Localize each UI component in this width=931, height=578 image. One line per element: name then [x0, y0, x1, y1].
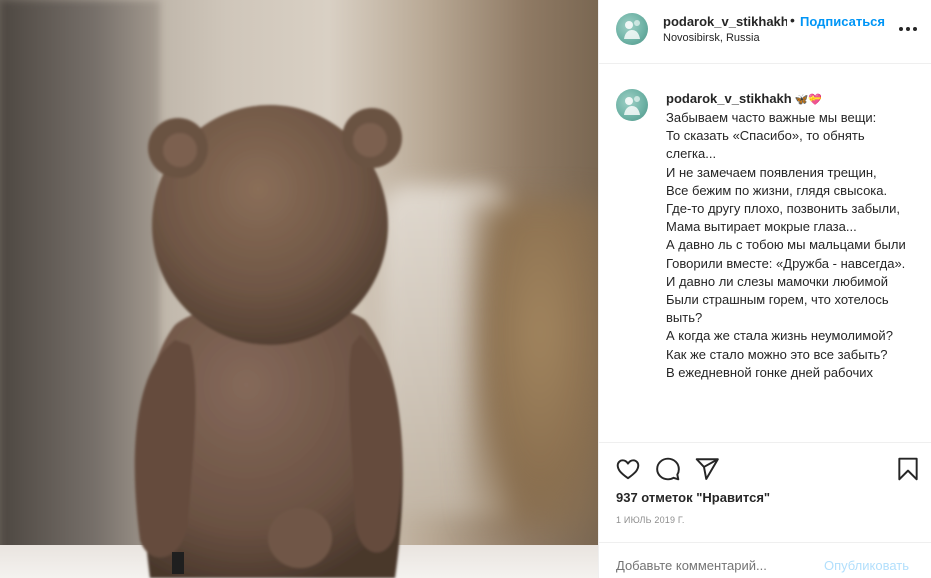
- post-sidebar: podarok_v_stikhakh • Подписаться Novosib…: [598, 0, 931, 578]
- caption-line: И давно ли слезы мамочки любимой: [666, 273, 888, 289]
- heart-icon[interactable]: [615, 456, 641, 482]
- caption-line: В ежедневной гонке дней рабочих: [666, 364, 873, 380]
- avatar-figure-icon: [624, 96, 640, 115]
- caption-line: Где-то другу плохо, позвонить забыли,: [666, 201, 900, 217]
- caption-line: Как же стало можно это все забыть?: [666, 346, 888, 362]
- likes-count[interactable]: 937 отметок "Нравится": [616, 490, 770, 505]
- caption-line: Мама вытирает мокрые глаза...: [666, 219, 857, 235]
- caption-emoji: 🦋💝: [794, 94, 823, 106]
- caption-username[interactable]: podarok_v_stikhakh: [666, 91, 792, 106]
- header-username[interactable]: podarok_v_stikhakh: [663, 14, 787, 29]
- teddy-bear-image: [134, 105, 403, 578]
- caption-line: Были страшным горем, что хотелось выть?: [666, 292, 889, 326]
- comment-input[interactable]: [616, 558, 806, 573]
- separator-dot: •: [790, 12, 795, 28]
- caption-text: Забываем часто важные мы вещи: То сказат…: [666, 109, 916, 382]
- avatar[interactable]: [616, 13, 648, 45]
- post-header: podarok_v_stikhakh • Подписаться Novosib…: [599, 0, 931, 64]
- more-options-icon[interactable]: [899, 20, 917, 38]
- caption-username-row: podarok_v_stikhakh 🦋💝: [666, 91, 822, 106]
- comment-box: Опубликовать: [599, 542, 931, 578]
- publish-button[interactable]: Опубликовать: [824, 558, 909, 573]
- follow-button[interactable]: Подписаться: [800, 14, 885, 29]
- comment-icon[interactable]: [655, 456, 681, 482]
- caption-line: Забываем часто важные мы вещи:: [666, 110, 877, 125]
- caption-line: А когда же стала жизнь неумолимой?: [666, 328, 893, 344]
- share-icon[interactable]: [694, 456, 720, 482]
- bookmark-icon[interactable]: [895, 456, 921, 482]
- caption-line: То сказать «Спасибо», то обнять слегка..…: [666, 128, 865, 162]
- avatar-figure-icon: [624, 20, 640, 39]
- caption-line: Говорили вместе: «Дружба - навсегда».: [666, 255, 906, 271]
- caption-line: А давно ль с тобою мы мальцами были: [666, 237, 906, 253]
- bear-tag: [172, 552, 184, 574]
- caption-avatar[interactable]: [616, 89, 648, 121]
- caption-line: Все бежим по жизни, глядя свысока.: [666, 182, 888, 198]
- caption-line: И не замечаем появления трещин,: [666, 164, 877, 180]
- post-date[interactable]: 1 июль 2019 г.: [616, 515, 685, 525]
- caption-area: podarok_v_stikhakh 🦋💝 Забываем часто важн…: [599, 65, 931, 442]
- post-photo: [0, 0, 598, 578]
- location-link[interactable]: Novosibirsk, Russia: [663, 32, 760, 44]
